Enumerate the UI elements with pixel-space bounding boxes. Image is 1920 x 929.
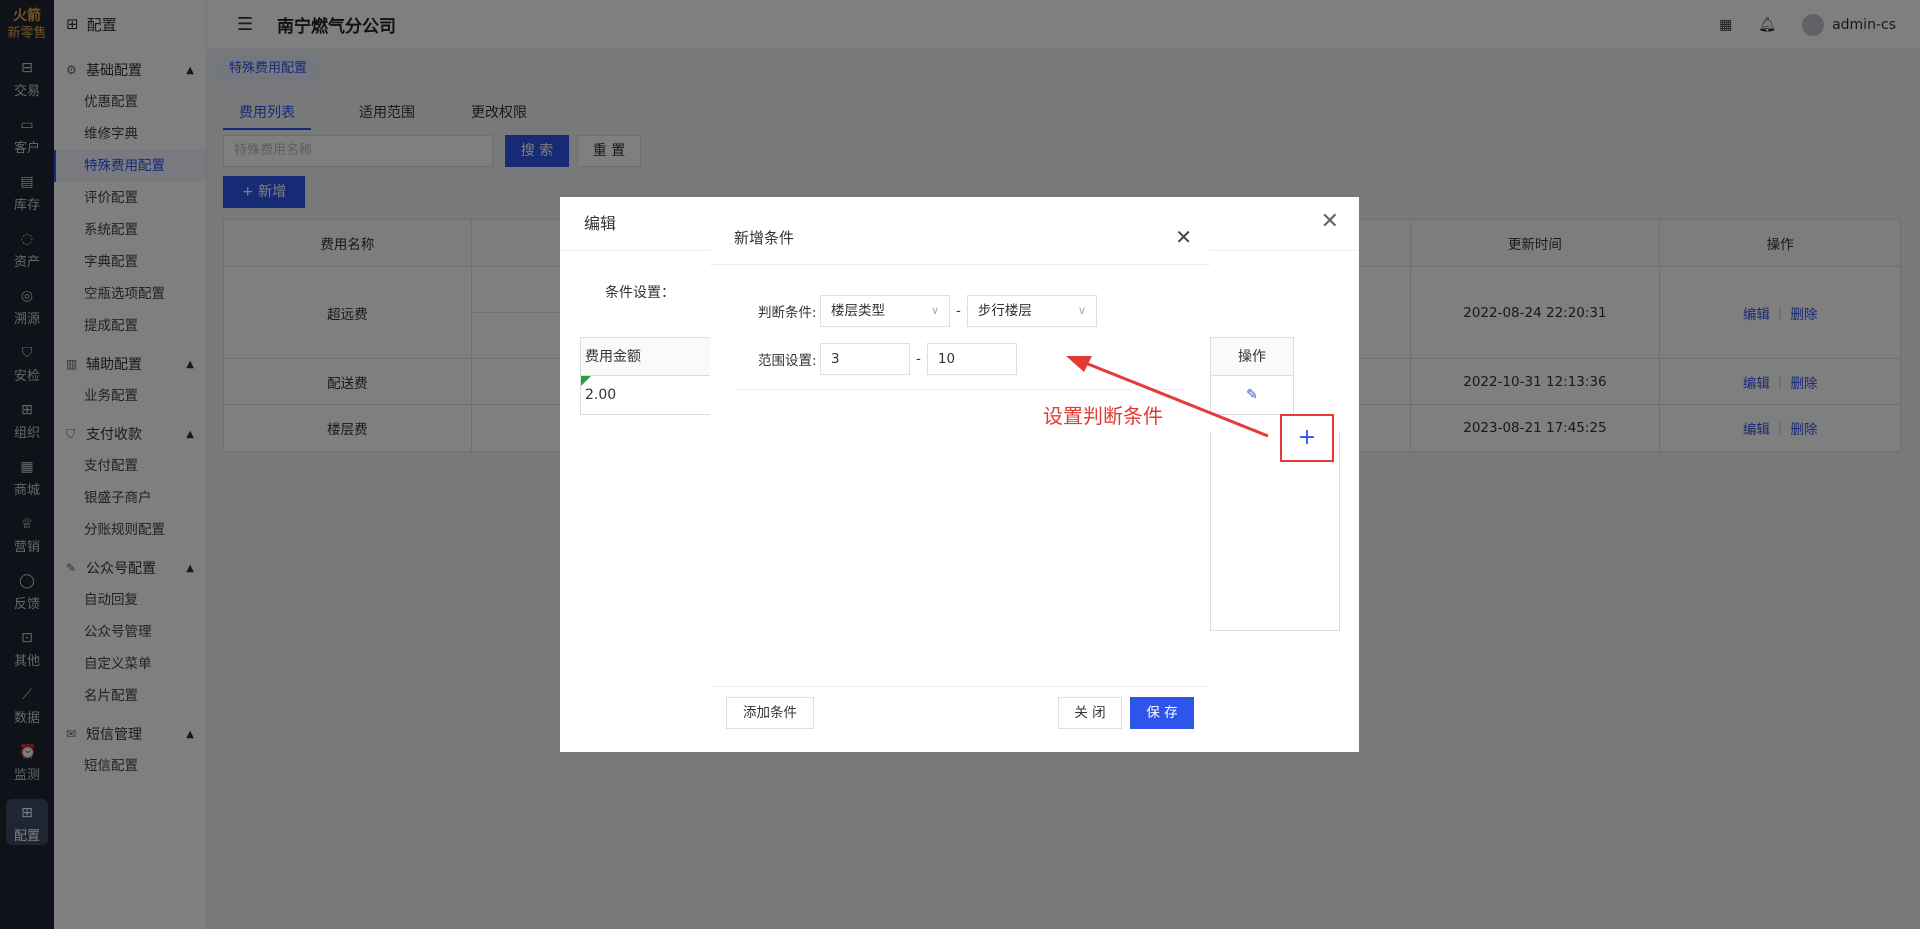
judge-value-select[interactable]: 步行楼层 ∨ (966, 295, 1097, 327)
annotation-text: 设置判断条件 (1043, 404, 1163, 428)
judge-label: 判断条件: (758, 305, 817, 321)
new-condition-dialog: 新增条件 ✕ 判断条件: 楼层类型 ∨ - 步行楼层 ∨ 范围设置: 3 - 10 … (710, 211, 1210, 740)
edit-marker-icon (581, 376, 591, 386)
judge-type-select[interactable]: 楼层类型 ∨ (820, 295, 950, 327)
amount-value: 2.00 (585, 387, 617, 403)
dialog-footer: 添加条件 关 闭 保 存 (710, 686, 1210, 740)
op-header: 操作 (1211, 338, 1293, 376)
separator: - (916, 351, 921, 367)
range-to-input[interactable]: 10 (926, 343, 1017, 375)
operation-table: 操作 ✎ (1210, 337, 1294, 415)
close-icon[interactable]: ✕ (1321, 209, 1339, 234)
close-icon[interactable]: ✕ (1175, 225, 1192, 249)
new-condition-title: 新增条件 (710, 211, 1210, 265)
condition-label: 条件设置： (605, 285, 675, 301)
save-button[interactable]: 保 存 (1130, 697, 1194, 729)
range-label: 范围设置: (758, 353, 817, 369)
judge-row: 判断条件: 楼层类型 ∨ - 步行楼层 ∨ (758, 295, 1097, 327)
divider (734, 389, 1186, 390)
separator: - (956, 303, 961, 319)
add-condition-plus-button[interactable]: + (1280, 414, 1334, 462)
close-button[interactable]: 关 闭 (1058, 697, 1122, 729)
chevron-down-icon: ∨ (1077, 304, 1086, 317)
select-value: 楼层类型 (831, 303, 885, 319)
chevron-down-icon: ∨ (930, 304, 939, 317)
range-row: 范围设置: 3 - 10 (758, 343, 1017, 375)
add-condition-button[interactable]: 添加条件 (726, 697, 814, 729)
edit-icon[interactable]: ✎ (1211, 376, 1293, 414)
select-value: 步行楼层 (977, 303, 1032, 319)
range-from-input[interactable]: 3 (820, 343, 910, 375)
